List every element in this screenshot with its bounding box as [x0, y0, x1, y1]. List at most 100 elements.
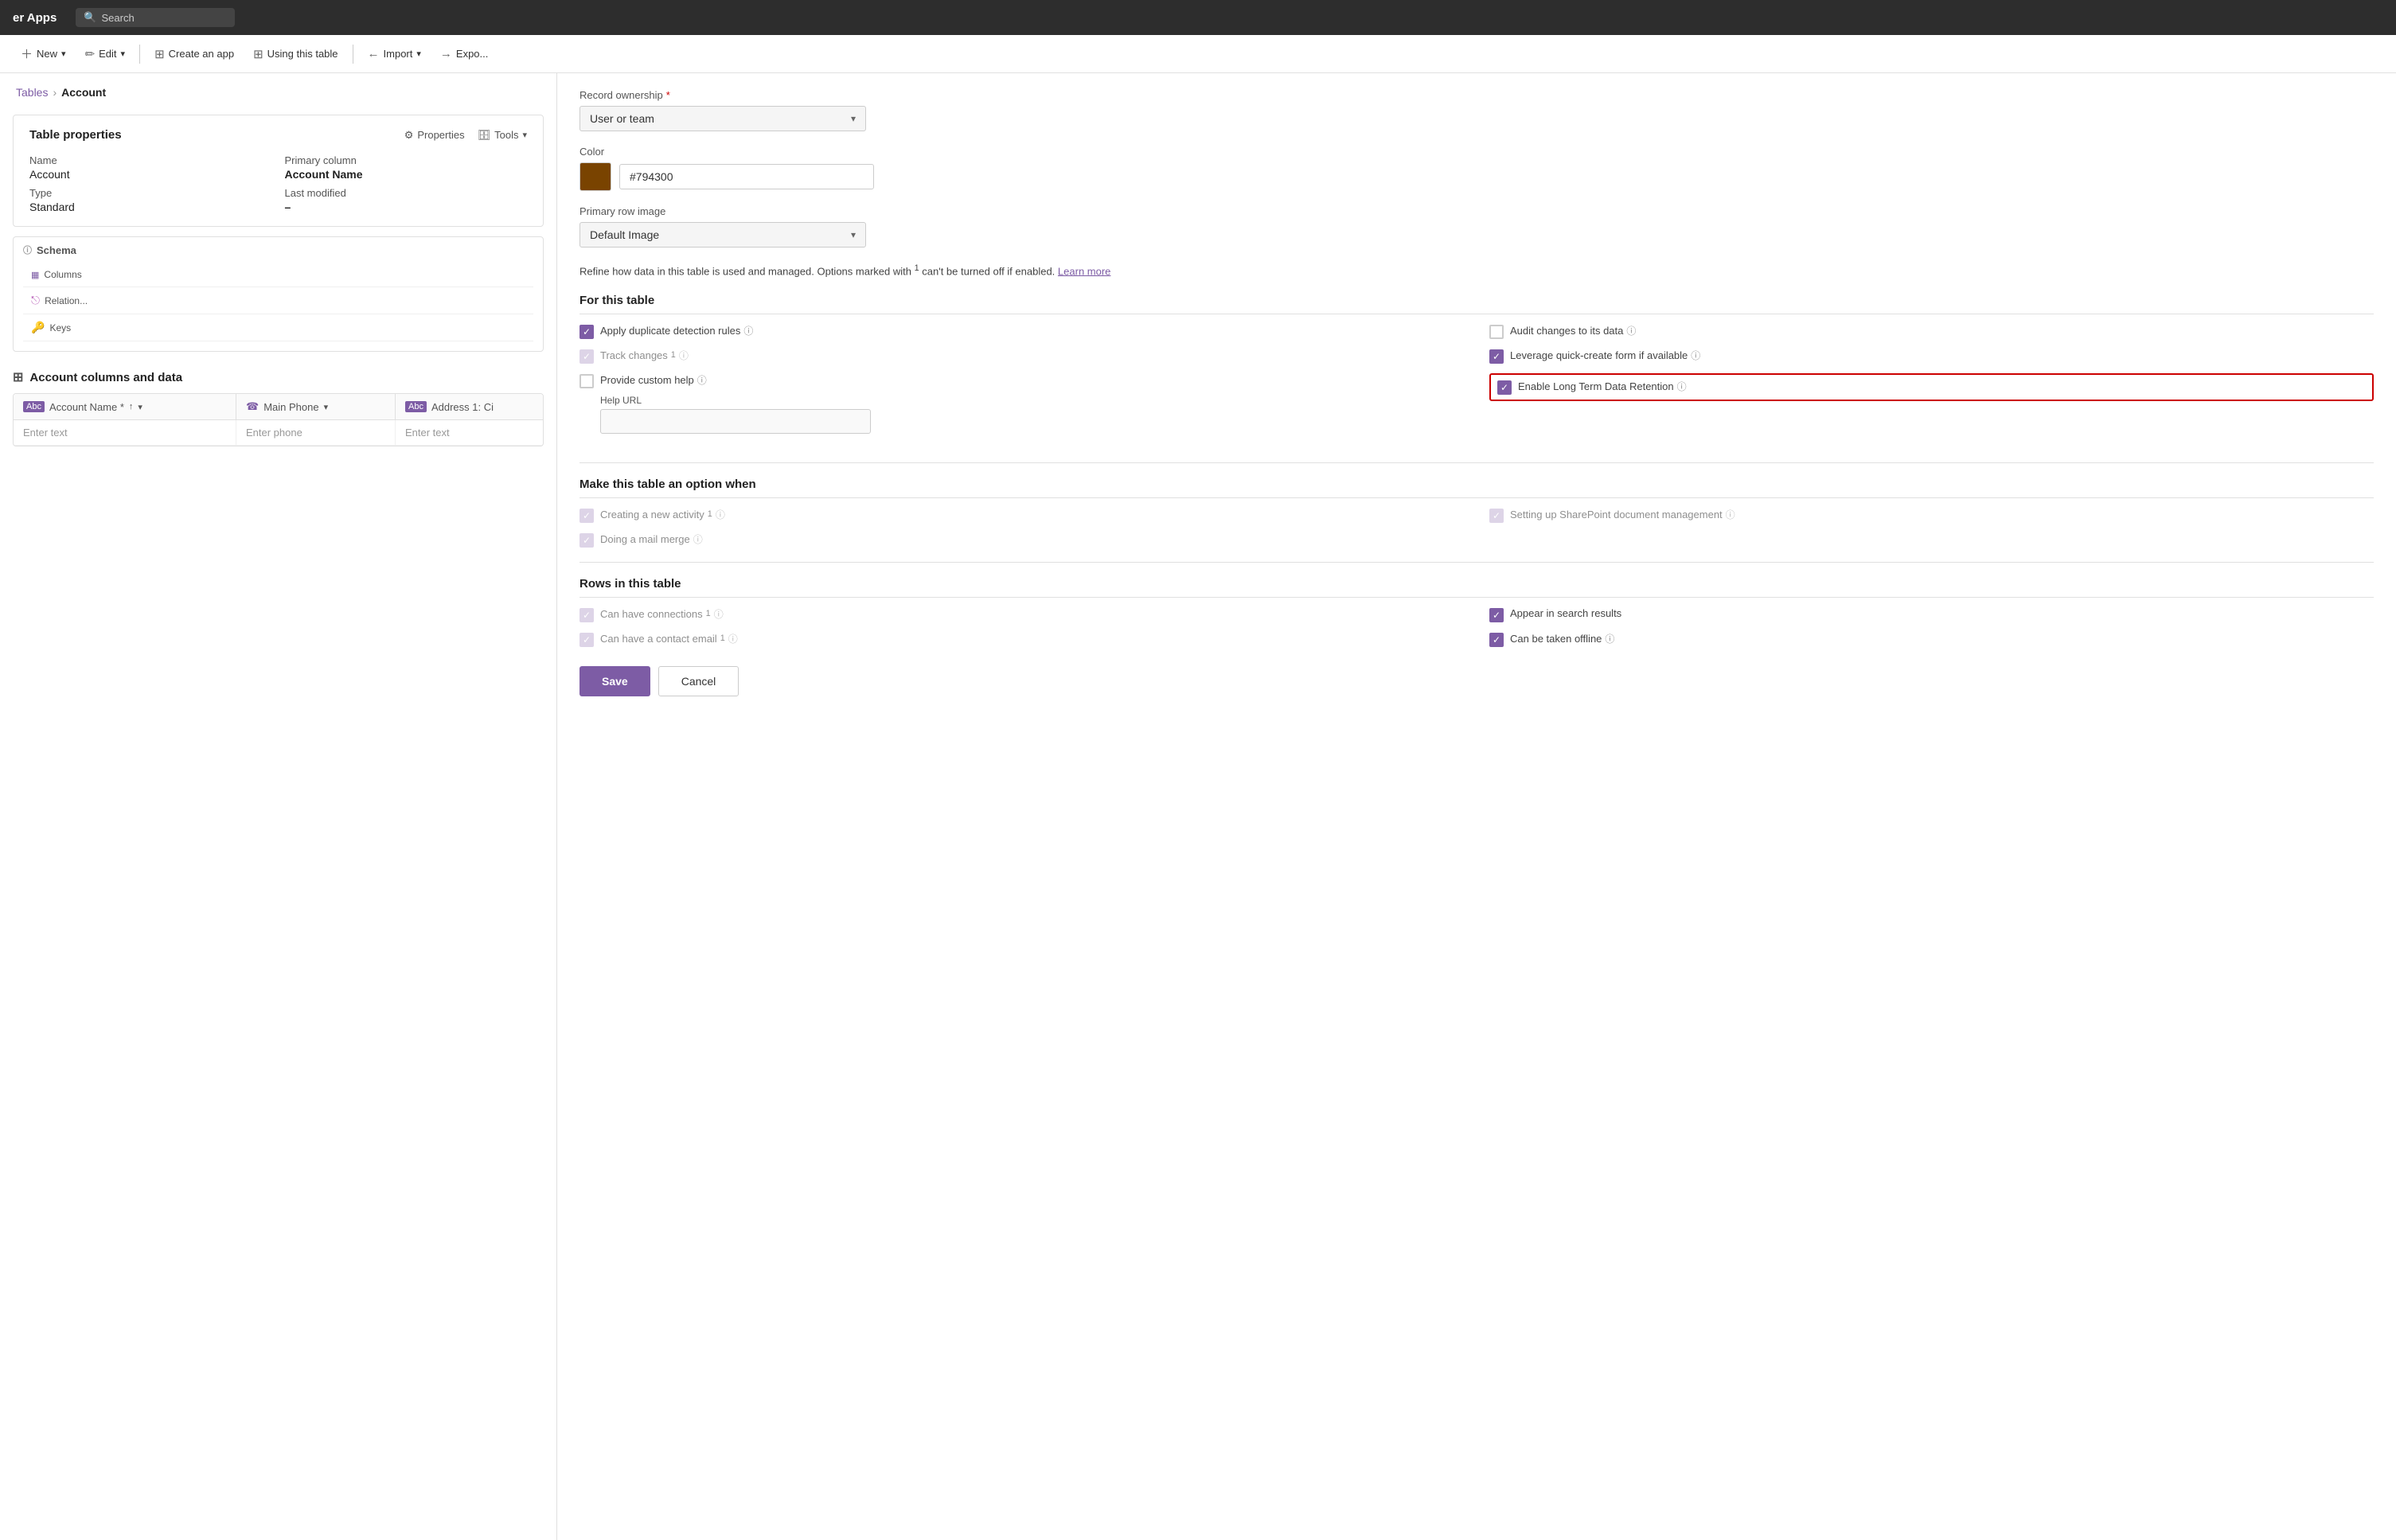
prop-last-modified: Last modified –	[285, 187, 528, 213]
info-icon-taken-offline: ⓘ	[1605, 632, 1614, 645]
checkbox-sharepoint-box[interactable]: ✓	[1489, 509, 1504, 523]
info-icon-help: ⓘ	[697, 373, 707, 387]
info-icon-mail-merge: ⓘ	[693, 532, 703, 546]
checkbox-mail-merge-box[interactable]: ✓	[579, 533, 594, 548]
edit-button[interactable]: ✏ Edit ▾	[77, 42, 134, 66]
make-option-grid: ✓ Creating a new activity 1 ⓘ ✓ Setting …	[579, 508, 2374, 548]
breadcrumb: Tables › Account	[0, 73, 556, 105]
checkbox-taken-offline: ✓ Can be taken offline ⓘ	[1489, 632, 2374, 647]
info-icon-contact-email: ⓘ	[728, 632, 738, 645]
prop-primary-col: Primary column Account Name	[285, 154, 528, 181]
filter-icon-phone: ▾	[324, 402, 329, 412]
chevron-icon-image: ▾	[851, 229, 856, 240]
checkbox-taken-offline-box[interactable]: ✓	[1489, 633, 1504, 647]
provide-help-area: Provide custom help ⓘ Help URL	[579, 373, 1464, 448]
cell-address[interactable]: Enter text	[396, 420, 543, 445]
prop-name: Name Account	[29, 154, 272, 181]
info-icon-schema: ⓘ	[23, 244, 32, 256]
checkbox-leverage-box[interactable]: ✓	[1489, 349, 1504, 364]
color-input[interactable]	[619, 164, 874, 189]
primary-row-image-field: Primary row image Default Image ▾	[579, 205, 2374, 248]
help-url-area: Help URL	[600, 395, 1464, 434]
learn-more-link[interactable]: Learn more	[1058, 265, 1110, 277]
gear-icon: ⚙	[404, 129, 414, 142]
rows-in-table-grid: ✓ Can have connections 1 ⓘ ✓ Appear in s…	[579, 607, 2374, 647]
table-properties-card: Table properties ⚙ Properties 🗄 Tools ▾ …	[13, 115, 544, 227]
record-ownership-field: Record ownership * User or team ▾	[579, 89, 2374, 131]
schema-keys-tab[interactable]: 🔑 Keys	[23, 314, 533, 341]
chevron-icon-ownership: ▾	[851, 113, 856, 124]
chevron-down-icon-edit: ▾	[121, 49, 126, 59]
section-actions: ⚙ Properties 🗄 Tools ▾	[404, 129, 527, 142]
search-box[interactable]: 🔍 Search	[76, 8, 235, 27]
table-header: Abc Account Name * ↑ ▾ ☎ Main Phone ▾ Ab…	[14, 394, 543, 420]
schema-columns-tab[interactable]: ▦ Columns	[23, 263, 533, 287]
record-ownership-label: Record ownership *	[579, 89, 2374, 101]
checkbox-appear-search-box[interactable]: ✓	[1489, 608, 1504, 622]
checkbox-connections: ✓ Can have connections 1 ⓘ	[579, 607, 1464, 622]
checkbox-creating-activity-box[interactable]: ✓	[579, 509, 594, 523]
toolbar: ＋ New ▾ ✏ Edit ▾ ⊞ Create an app ⊞ Using…	[0, 35, 2396, 73]
prop-type: Type Standard	[29, 187, 272, 213]
col-header-phone[interactable]: ☎ Main Phone ▾	[236, 394, 396, 419]
schema-label: ⓘ Schema	[23, 237, 533, 263]
checkbox-apply-dup: ✓ Apply duplicate detection rules ⓘ	[579, 324, 1464, 339]
properties-button[interactable]: ⚙ Properties	[404, 129, 465, 142]
checkbox-sharepoint: ✓ Setting up SharePoint document managem…	[1489, 508, 2374, 523]
checkbox-track-box[interactable]: ✓	[579, 349, 594, 364]
cell-phone[interactable]: Enter phone	[236, 420, 396, 445]
keys-icon: 🔑	[31, 321, 45, 334]
export-button[interactable]: → Expo...	[432, 42, 496, 65]
breadcrumb-current: Account	[61, 86, 106, 99]
main-layout: Tables › Account Table properties ⚙ Prop…	[0, 73, 2396, 1540]
primary-row-image-label: Primary row image	[579, 205, 2374, 217]
required-indicator: *	[666, 89, 670, 101]
relationships-icon: ⎋	[31, 294, 40, 307]
top-nav: er Apps 🔍 Search	[0, 0, 2396, 35]
info-icon-sharepoint: ⓘ	[1726, 508, 1735, 521]
search-placeholder: Search	[101, 12, 134, 24]
checkbox-custom-help-box[interactable]	[579, 374, 594, 388]
col-type-icon-account: Abc	[23, 401, 45, 412]
new-button[interactable]: ＋ New ▾	[13, 41, 74, 67]
rows-in-table-section: Rows in this table ✓ Can have connection…	[579, 577, 2374, 647]
right-panel: Record ownership * User or team ▾ Color …	[557, 73, 2396, 1540]
checkbox-long-term-box[interactable]: ✓	[1497, 380, 1512, 395]
table-row: Enter text Enter phone Enter text	[14, 420, 543, 446]
table-icon: ⊞	[154, 47, 165, 61]
divider-1	[139, 45, 140, 64]
breadcrumb-parent[interactable]: Tables	[16, 86, 48, 99]
section-header: Table properties ⚙ Properties 🗄 Tools ▾	[29, 128, 527, 142]
cell-account[interactable]: Enter text	[14, 420, 236, 445]
checkbox-audit: Audit changes to its data ⓘ	[1489, 324, 2374, 339]
col-header-address[interactable]: Abc Address 1: Ci	[396, 394, 543, 419]
chevron-down-icon-tools: ▾	[522, 130, 527, 140]
save-button[interactable]: Save	[579, 666, 650, 696]
col-header-account[interactable]: Abc Account Name * ↑ ▾	[14, 394, 236, 419]
record-ownership-select[interactable]: User or team ▾	[579, 106, 866, 131]
for-this-table-section: For this table ✓ Apply duplicate detecti…	[579, 294, 2374, 448]
checkbox-long-term: ✓ Enable Long Term Data Retention ⓘ	[1489, 373, 2374, 401]
color-label: Color	[579, 146, 2374, 158]
search-icon: 🔍	[84, 11, 96, 24]
export-icon: →	[440, 47, 452, 60]
action-buttons: Save Cancel	[579, 666, 2374, 696]
data-section-header: ⊞ Account columns and data	[13, 361, 544, 393]
create-app-button[interactable]: ⊞ Create an app	[146, 42, 242, 66]
info-icon-track: ⓘ	[679, 349, 689, 362]
checkbox-connections-box[interactable]: ✓	[579, 608, 594, 622]
checkbox-apply-dup-box[interactable]: ✓	[579, 325, 594, 339]
schema-relationships-tab[interactable]: ⎋ Relation...	[23, 287, 533, 314]
checkbox-contact-email-box[interactable]: ✓	[579, 633, 594, 647]
primary-image-select[interactable]: Default Image ▾	[579, 222, 866, 248]
checkbox-mail-merge: ✓ Doing a mail merge ⓘ	[579, 532, 1464, 548]
edit-icon: ✏	[85, 47, 96, 61]
checkbox-audit-box[interactable]	[1489, 325, 1504, 339]
cancel-button[interactable]: Cancel	[658, 666, 739, 696]
color-swatch[interactable]	[579, 162, 611, 191]
import-button[interactable]: ← Import ▾	[360, 42, 429, 65]
info-icon-activity: ⓘ	[716, 508, 725, 521]
tools-button[interactable]: 🗄 Tools ▾	[478, 129, 527, 142]
help-url-input[interactable]	[600, 409, 871, 434]
using-table-button[interactable]: ⊞ Using this table	[245, 42, 345, 66]
